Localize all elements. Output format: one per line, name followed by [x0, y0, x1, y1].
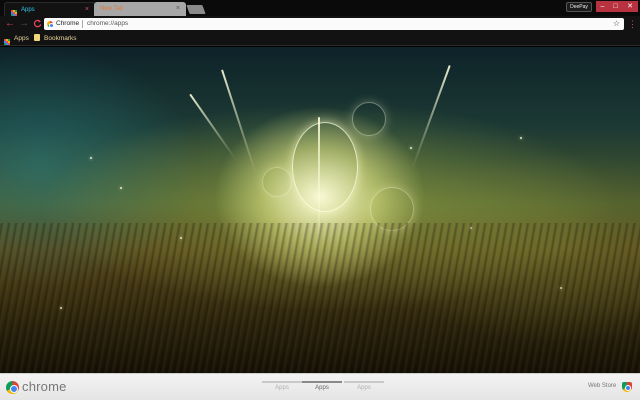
close-tab-icon[interactable]: × [176, 2, 180, 16]
bookmarks-bar: Apps Bookmarks [0, 32, 640, 46]
apps-grid-icon [4, 39, 10, 45]
grass-texture [0, 223, 640, 373]
omnibox-chip: Chrome [56, 20, 80, 27]
reload-button[interactable] [31, 18, 43, 30]
chrome-logo-icon [6, 381, 19, 394]
tab-apps[interactable]: Apps × [4, 2, 96, 16]
chrome-wordmark: chrome [22, 379, 67, 394]
bookmark-label: Bookmarks [44, 35, 77, 42]
page-switcher-3[interactable]: Apps [344, 378, 384, 398]
maximize-button[interactable]: □ [609, 1, 622, 12]
chrome-page-icon [47, 21, 54, 28]
folder-icon [34, 34, 40, 41]
omnibox-divider [82, 20, 83, 28]
glow-stem [411, 64, 451, 170]
profile-button[interactable]: DeePay [566, 2, 592, 12]
web-store-link[interactable]: Web Store [588, 383, 616, 389]
glow-ring [352, 102, 386, 136]
forward-button[interactable]: → [18, 18, 30, 30]
page-switcher-label: Apps [275, 385, 289, 391]
sparkle [520, 137, 522, 139]
close-tab-icon[interactable]: × [85, 3, 89, 17]
page-switcher-1[interactable]: Apps [262, 378, 302, 398]
glow-stem [189, 93, 237, 161]
theme-wallpaper [0, 47, 640, 373]
tab-new-tab[interactable]: New Tab × [94, 2, 186, 16]
sparkle [410, 147, 412, 149]
url-text[interactable]: chrome://apps [87, 18, 128, 30]
tab-label: Apps [21, 7, 35, 13]
glow-ring [292, 122, 358, 212]
bookmark-folder[interactable]: Bookmarks [34, 32, 77, 46]
toolbar: ← → Chrome chrome://apps ☆ ⋮ [0, 16, 640, 32]
tab-strip: Apps × New Tab × DeePay – □ ✕ [0, 0, 640, 16]
bottom-bar: chrome Apps Apps Apps Web Store [0, 373, 640, 400]
reload-icon [33, 19, 41, 28]
page-switcher-label: Apps [357, 385, 371, 391]
minimize-button[interactable]: – [596, 1, 609, 12]
page-indicator-bar [262, 381, 302, 383]
address-bar[interactable]: Chrome chrome://apps ☆ [44, 18, 624, 30]
bookmark-apps[interactable]: Apps [4, 32, 29, 46]
sparkle [90, 157, 92, 159]
web-store-icon[interactable] [622, 382, 632, 392]
glow-stem [221, 69, 257, 175]
back-button[interactable]: ← [4, 18, 16, 30]
glow-ring [262, 167, 292, 197]
page-indicator-bar [344, 381, 384, 383]
bookmark-star-icon[interactable]: ☆ [613, 18, 620, 30]
page-switcher-2[interactable]: Apps [302, 378, 342, 398]
new-tab-button[interactable] [186, 5, 206, 14]
sparkle [120, 187, 122, 189]
tab-label: New Tab [100, 6, 124, 12]
close-window-button[interactable]: ✕ [622, 1, 638, 12]
menu-icon[interactable]: ⋮ [628, 19, 637, 29]
bookmark-label: Apps [14, 35, 29, 42]
page-indicator-bar [302, 381, 342, 383]
page-switcher-label: Apps [315, 385, 329, 391]
